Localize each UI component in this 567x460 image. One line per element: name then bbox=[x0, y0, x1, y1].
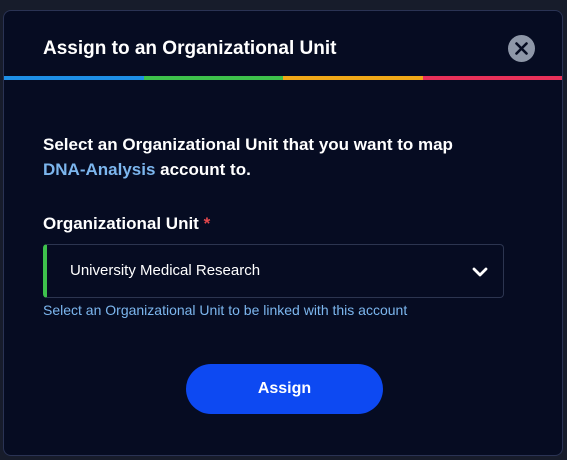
modal-description: Select an Organizational Unit that you w… bbox=[43, 132, 523, 182]
header-color-bar bbox=[4, 76, 562, 80]
description-suffix: account to. bbox=[155, 160, 251, 179]
color-bar-segment-orange bbox=[283, 76, 423, 80]
ou-select-value: University Medical Research bbox=[70, 262, 261, 279]
modal-header: Assign to an Organizational Unit bbox=[4, 11, 562, 81]
close-icon bbox=[515, 42, 528, 55]
ou-select[interactable]: University Medical Research bbox=[43, 244, 504, 298]
color-bar-segment-red bbox=[422, 76, 562, 80]
close-button[interactable] bbox=[508, 35, 535, 62]
account-name: DNA-Analysis bbox=[43, 160, 156, 179]
ou-helper-text: Select an Organizational Unit to be link… bbox=[43, 302, 408, 318]
ou-field-label-text: Organizational Unit bbox=[43, 214, 199, 233]
color-bar-segment-blue bbox=[4, 76, 144, 80]
required-marker: * bbox=[203, 214, 211, 233]
assign-ou-modal: Assign to an Organizational Unit Select … bbox=[3, 10, 563, 456]
assign-button[interactable]: Assign bbox=[186, 364, 383, 414]
modal-title: Assign to an Organizational Unit bbox=[43, 38, 337, 59]
description-prefix: Select an Organizational Unit that you w… bbox=[43, 135, 453, 154]
ou-field-label: Organizational Unit * bbox=[43, 214, 210, 234]
color-bar-segment-green bbox=[143, 76, 283, 80]
chevron-down-icon bbox=[472, 267, 488, 277]
